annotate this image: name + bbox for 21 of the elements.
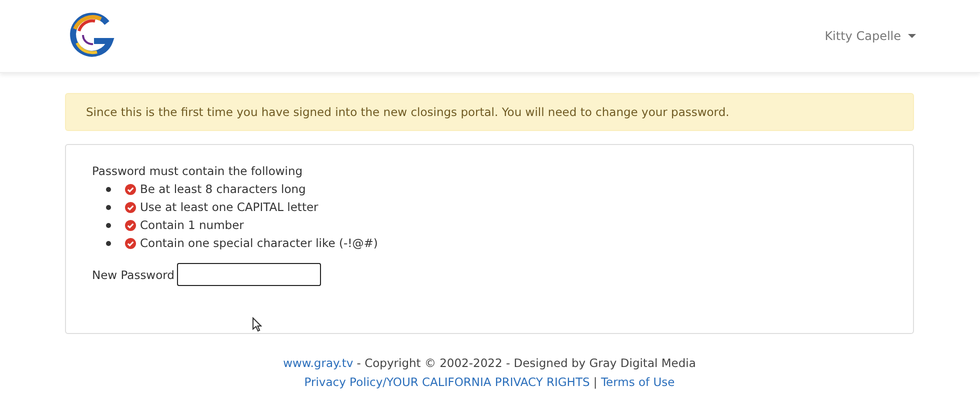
cursor-icon bbox=[252, 317, 262, 332]
check-circle-icon bbox=[125, 220, 136, 230]
check-circle-icon bbox=[125, 184, 136, 194]
footer-text: - Copyright © 2002-2022 - Designed by Gray Digital Media bbox=[356, 356, 696, 370]
field-label: New Password bbox=[92, 268, 174, 282]
requirement-text: Contain 1 number bbox=[140, 217, 244, 234]
user-menu[interactable]: Kitty Capelle bbox=[824, 25, 916, 47]
requirement-text: Use at least one CAPITAL letter bbox=[140, 199, 318, 216]
check-circle-icon bbox=[125, 202, 136, 212]
caret-icon bbox=[908, 34, 916, 38]
requirement-text: Contain one special character like (-!@#) bbox=[140, 235, 378, 252]
footer-text: | bbox=[592, 375, 598, 389]
logo-icon[interactable] bbox=[67, 10, 115, 58]
requirements-title: Password must contain the following bbox=[92, 163, 304, 180]
requirement-text: Be at least 8 characters long bbox=[140, 181, 306, 198]
footer-link[interactable]: Privacy Policy/YOUR CALIFORNIA PRIVACY RIGHTS bbox=[304, 375, 590, 389]
footer-link[interactable]: Terms of Use bbox=[600, 375, 675, 389]
alert-message: Since this is the first time you have signed into the new closings portal. You will need to change your password. bbox=[65, 93, 914, 131]
footer-link[interactable]: www.gray.tv bbox=[283, 356, 354, 370]
check-circle-icon bbox=[125, 238, 136, 248]
password-field[interactable] bbox=[177, 263, 322, 286]
